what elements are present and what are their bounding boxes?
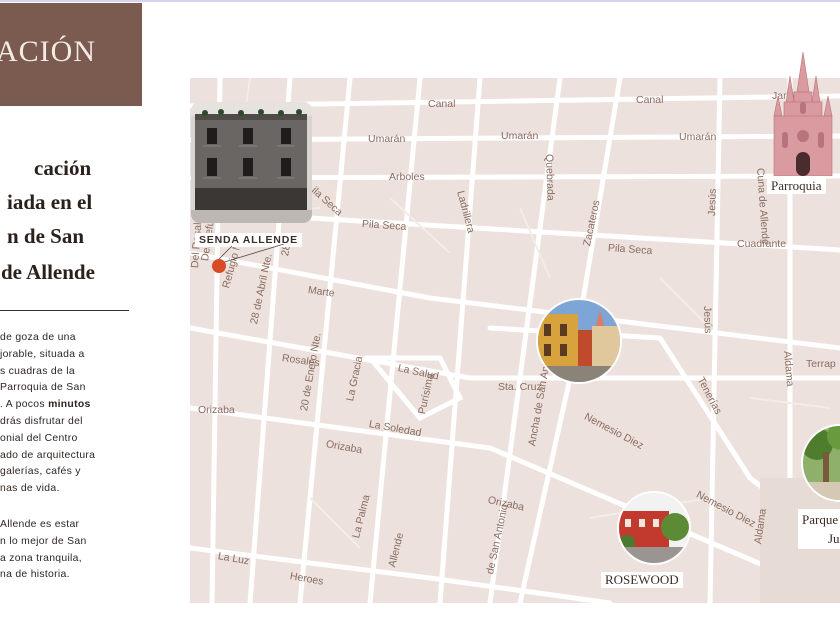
body-text-line: na de historia. xyxy=(0,567,140,584)
body-text-run: de goza de una xyxy=(0,332,76,343)
body-text-run: jorable, situada a xyxy=(0,348,85,360)
body-text-line: drás disfrutar del xyxy=(0,414,140,431)
body-text-line: ado de arquitectura xyxy=(0,448,140,465)
body-text-line: . A pocos minutos xyxy=(0,397,140,414)
street-label: Jesús xyxy=(706,188,719,217)
body-text-run: n lo mejor de San xyxy=(0,535,87,547)
street-label: Canal xyxy=(636,94,664,106)
body-text-line: nas de vida. xyxy=(0,481,140,498)
centro-street-photo[interactable] xyxy=(536,298,622,384)
street-label: Jesús xyxy=(701,305,714,334)
senda-allende-photo[interactable] xyxy=(191,102,312,223)
body-text-line: de goza de una xyxy=(0,330,140,347)
heading-divider xyxy=(0,310,129,311)
rosewood-photo[interactable] xyxy=(617,491,691,565)
body-text-run: s cuadras de la xyxy=(0,365,75,377)
body-text-run: ado de arquitectura xyxy=(0,449,96,461)
parroquia-label: Parroquia xyxy=(767,178,826,194)
slide-title: ACIÓN xyxy=(0,35,96,68)
body-text-run: a zona tranquila, xyxy=(0,552,82,564)
body-text-run: . A pocos xyxy=(0,399,49,411)
body-text-line: Allende es estar xyxy=(0,517,140,534)
body-text-line: onial del Centro xyxy=(0,431,140,448)
street-label: Umarán xyxy=(368,133,406,145)
body-text-run: galerías, cafés y xyxy=(0,466,81,478)
street-label: Terrap xyxy=(806,358,836,370)
church-illustration xyxy=(773,51,833,177)
body-text-line: galerías, cafés y xyxy=(0,464,140,481)
heading-line: iada en el xyxy=(7,190,93,214)
body-text-run: onial del Centro xyxy=(0,432,78,444)
body-text-run: Allende es estar xyxy=(0,519,80,530)
building-illustration xyxy=(191,102,312,223)
street-label: Canal xyxy=(428,98,456,110)
body-text-run: na de historia. xyxy=(0,569,70,581)
street-label: Arboles xyxy=(389,171,425,183)
street-label: Orizaba xyxy=(198,404,235,416)
body-text-line: s cuadras de la xyxy=(0,364,140,381)
parque-label-line: Parque xyxy=(802,512,839,527)
body-text-run: nas de vida. xyxy=(0,483,60,495)
street-label: Quebrada xyxy=(543,153,557,201)
body-text-line: Parroquia de San xyxy=(0,380,140,397)
body-text-line: jorable, situada a xyxy=(0,347,140,364)
street-label: Umarán xyxy=(501,130,539,142)
body-text-line: n lo mejor de San xyxy=(0,534,140,551)
location-pin[interactable] xyxy=(212,259,226,273)
title-band: ACIÓN xyxy=(0,3,142,106)
top-rule xyxy=(0,0,840,2)
hotel-illustration xyxy=(619,493,689,563)
heading-line: n de San xyxy=(7,224,85,248)
heading-line: cación xyxy=(34,156,92,180)
body-text-run: Parroquia de San xyxy=(0,382,86,394)
emphasis-text: minutos xyxy=(48,399,91,411)
street-illustration xyxy=(538,300,620,382)
parque-juarez-label: Parque Jua xyxy=(798,509,840,549)
parque-label-line: Jua xyxy=(828,531,840,546)
parroquia-church[interactable] xyxy=(772,51,834,177)
body-paragraph-1: de goza de una jorable, situada a s cuadra… xyxy=(0,330,140,498)
heading-line: de Allende xyxy=(1,260,95,284)
body-paragraph-2: Allende es estar n lo mejor de San a zona … xyxy=(0,517,140,584)
body-text-run: drás disfrutar del xyxy=(0,415,83,427)
street-label: Umarán xyxy=(679,131,717,143)
body-text-line: a zona tranquila, xyxy=(0,551,140,568)
rosewood-label: ROSEWOOD xyxy=(601,572,683,588)
